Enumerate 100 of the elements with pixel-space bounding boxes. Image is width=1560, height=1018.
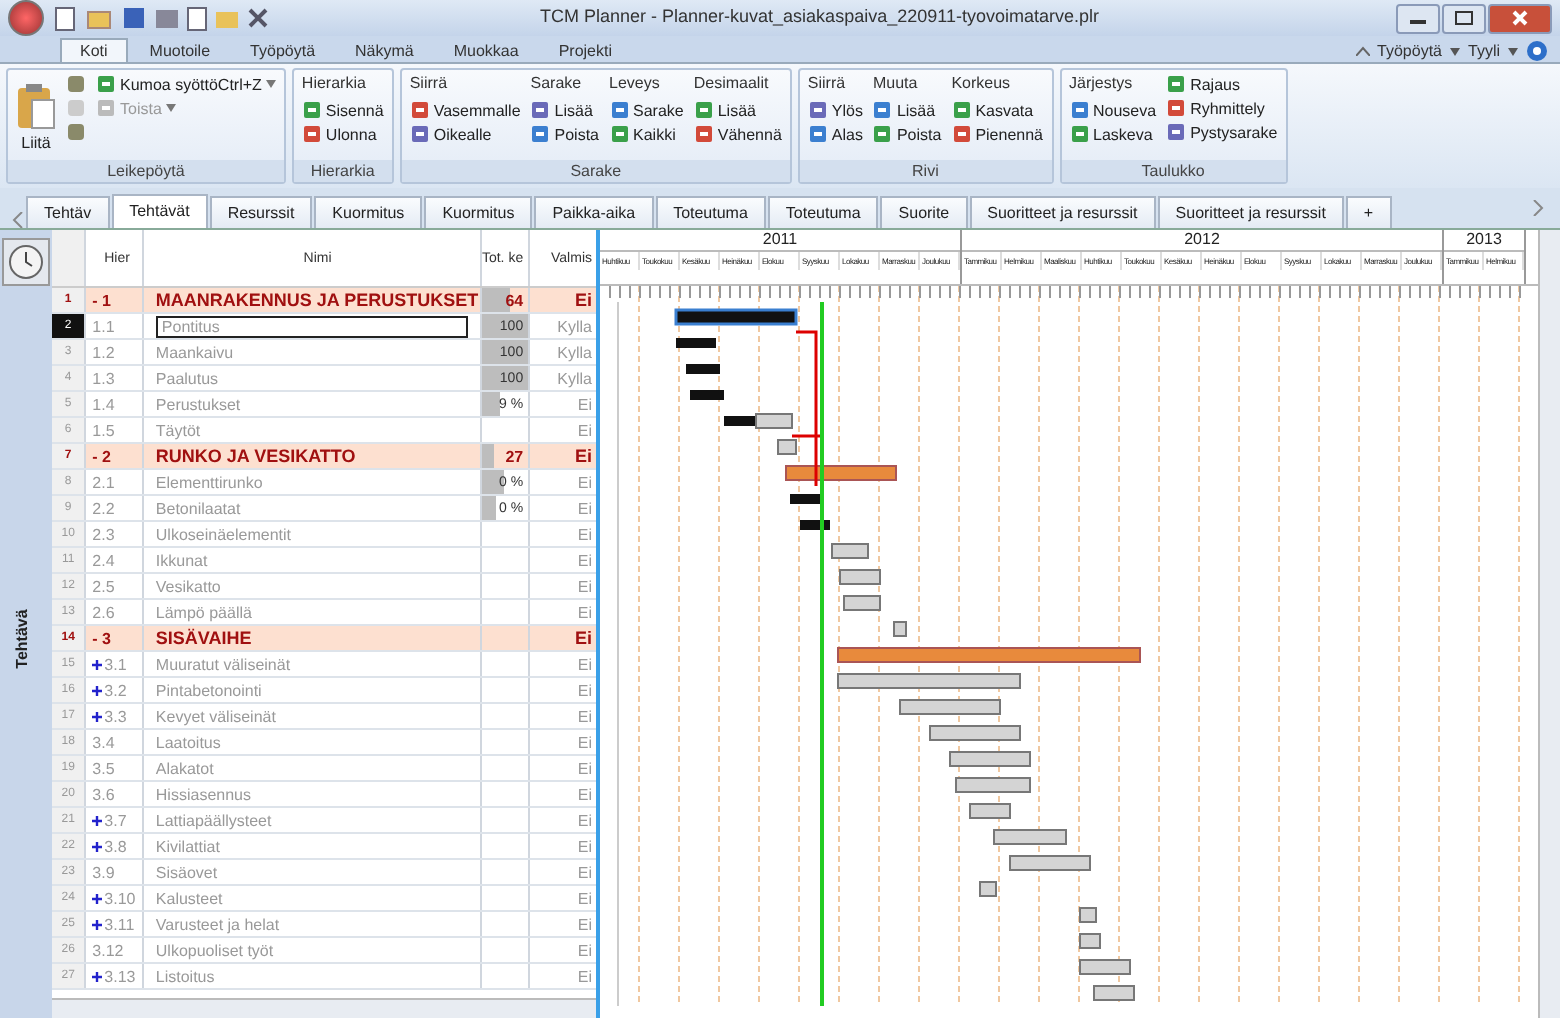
table-cell: SISÄVAIHE — [155, 628, 252, 648]
table-cell: Ei — [574, 446, 592, 466]
ribbon-button[interactable]: Vähennä — [693, 124, 782, 144]
ribbon-button[interactable]: Lisää — [693, 100, 782, 120]
help-icon[interactable] — [1526, 40, 1548, 62]
app-menu-button[interactable] — [8, 0, 44, 36]
ribbon-button[interactable]: Sarake — [609, 100, 684, 120]
view-tab[interactable]: Paikka-aika — [534, 196, 654, 228]
clock-button[interactable] — [2, 238, 50, 286]
menu-button[interactable]: Työpöytä — [1377, 42, 1442, 60]
menu-button[interactable]: Tyyli — [1468, 42, 1500, 60]
view-tab[interactable]: Tehtävät — [111, 194, 208, 228]
table-cell: 1.5 — [92, 421, 115, 439]
ribbon-tab[interactable]: Muotoile — [131, 40, 229, 62]
horizontal-scrollbar[interactable] — [52, 998, 596, 1018]
ribbon-button[interactable]: Oikealle — [409, 124, 521, 144]
close-button[interactable] — [1488, 3, 1552, 33]
column-heading: Siirrä — [807, 74, 848, 96]
view-tab[interactable]: Suorite — [880, 196, 968, 228]
expand-icon[interactable] — [92, 893, 103, 903]
ribbon-button[interactable]: Lisää — [530, 100, 599, 120]
ribbon-button[interactable]: Poista — [530, 124, 599, 144]
paste-button[interactable]: Liitä — [16, 74, 56, 156]
ribbon-button[interactable]: Poista — [872, 124, 942, 144]
expand-icon[interactable] — [92, 919, 103, 929]
ribbon-button[interactable]: Laskeva — [1069, 124, 1157, 144]
table-cell: Varusteet ja helat — [155, 915, 280, 933]
tool-icon — [409, 124, 430, 144]
ribbon-tab[interactable]: Projekti — [540, 40, 631, 62]
ribbon-button[interactable]: Kasvata — [951, 100, 1043, 120]
expand-icon[interactable] — [92, 711, 103, 721]
ribbon-button[interactable]: Sisennä — [301, 100, 384, 120]
tool-icon — [409, 100, 430, 120]
tool-icon — [872, 124, 893, 144]
minimize-button[interactable] — [1396, 3, 1440, 33]
table-cell: Ei — [577, 915, 592, 933]
ribbon-button[interactable]: Pienennä — [951, 124, 1043, 144]
view-tab[interactable]: Suoritteet ja resurssit — [969, 196, 1156, 228]
table-cell: Ei — [577, 655, 592, 673]
scroll-right-icon[interactable] — [1532, 200, 1544, 216]
table-cell: Paalutus — [155, 369, 219, 387]
column-heading: Muuta — [872, 74, 920, 96]
ribbon-tab[interactable]: Työpöytä — [232, 40, 334, 62]
expand-icon[interactable] — [92, 815, 103, 825]
table-cell: Lämpö päällä — [155, 603, 252, 621]
view-tab[interactable]: Toteutuma — [655, 196, 766, 228]
tool-icon[interactable] — [66, 122, 86, 142]
tool-icon — [301, 100, 322, 120]
ribbon-tab[interactable]: Näkymä — [337, 40, 432, 62]
collapse-icon[interactable] — [1355, 46, 1370, 56]
view-tab[interactable]: Kuormitus — [424, 196, 533, 228]
table-cell: Ei — [577, 941, 592, 959]
ribbon-button[interactable]: Rajaus — [1166, 74, 1278, 94]
table-cell: MAANRAKENNUS JA PERUSTUKSET — [155, 290, 479, 310]
year-label: 2013 — [1464, 230, 1504, 250]
table-cell: - 3 — [92, 629, 112, 647]
table-cell: 3.1 — [104, 655, 127, 673]
expand-icon[interactable] — [92, 971, 103, 981]
table-cell: 2.3 — [92, 525, 115, 543]
tool-icon[interactable] — [66, 74, 86, 94]
ribbon-button[interactable]: Ylös — [807, 100, 863, 120]
ribbon-button[interactable]: Alas — [807, 124, 863, 144]
view-tab[interactable]: + — [1345, 196, 1392, 228]
ribbon-tab[interactable]: Koti — [60, 38, 128, 62]
vertical-scrollbar[interactable] — [1538, 230, 1560, 1018]
caret-icon — [1450, 47, 1460, 55]
table-cell: 3.13 — [104, 967, 136, 985]
scroll-left-icon[interactable] — [12, 212, 24, 228]
ribbon-button[interactable]: Lisää — [872, 100, 942, 120]
table-cell: Kalusteet — [155, 889, 223, 907]
view-tab[interactable]: Toteutuma — [767, 196, 879, 228]
view-tab[interactable]: Kuormitus — [314, 196, 423, 228]
view-tab[interactable]: Suoritteet ja resurssit — [1157, 196, 1344, 228]
view-tab[interactable]: Resurssit — [209, 196, 313, 228]
ribbon-button[interactable]: Ulonna — [301, 124, 384, 144]
table-cell: Kivilattiat — [155, 837, 220, 855]
maximize-button[interactable] — [1442, 3, 1486, 33]
table-cell: Hissiasennus — [155, 785, 251, 803]
table-cell: Vesikatto — [155, 577, 221, 595]
table-cell: 3.2 — [104, 681, 127, 699]
caret-icon — [1508, 47, 1518, 55]
tool-icon — [1166, 98, 1187, 118]
expand-icon[interactable] — [92, 841, 103, 851]
ribbon-button[interactable]: Kaikki — [609, 124, 684, 144]
ribbon-button[interactable]: Nouseva — [1069, 100, 1157, 120]
ribbon-tab[interactable]: Muokkaa — [435, 40, 537, 62]
table-cell: Ei — [577, 889, 592, 907]
expand-icon[interactable] — [92, 659, 103, 669]
ribbon-button[interactable]: Ryhmittely — [1166, 98, 1278, 118]
table-cell: 2.4 — [92, 551, 115, 569]
ribbon-button[interactable]: Kumoa syöttöCtrl+Z — [96, 74, 276, 94]
table-cell: Ei — [577, 811, 592, 829]
view-tab[interactable]: Tehtäv — [26, 196, 110, 228]
table-cell: Kylla — [557, 369, 592, 387]
ribbon-button[interactable]: Pystysarake — [1166, 122, 1278, 142]
expand-icon[interactable] — [92, 685, 103, 695]
table-cell: 3.8 — [104, 837, 127, 855]
table-cell: 3.5 — [92, 759, 115, 777]
table-cell: RUNKO JA VESIKATTO — [155, 446, 356, 466]
ribbon-button[interactable]: Vasemmalle — [409, 100, 521, 120]
